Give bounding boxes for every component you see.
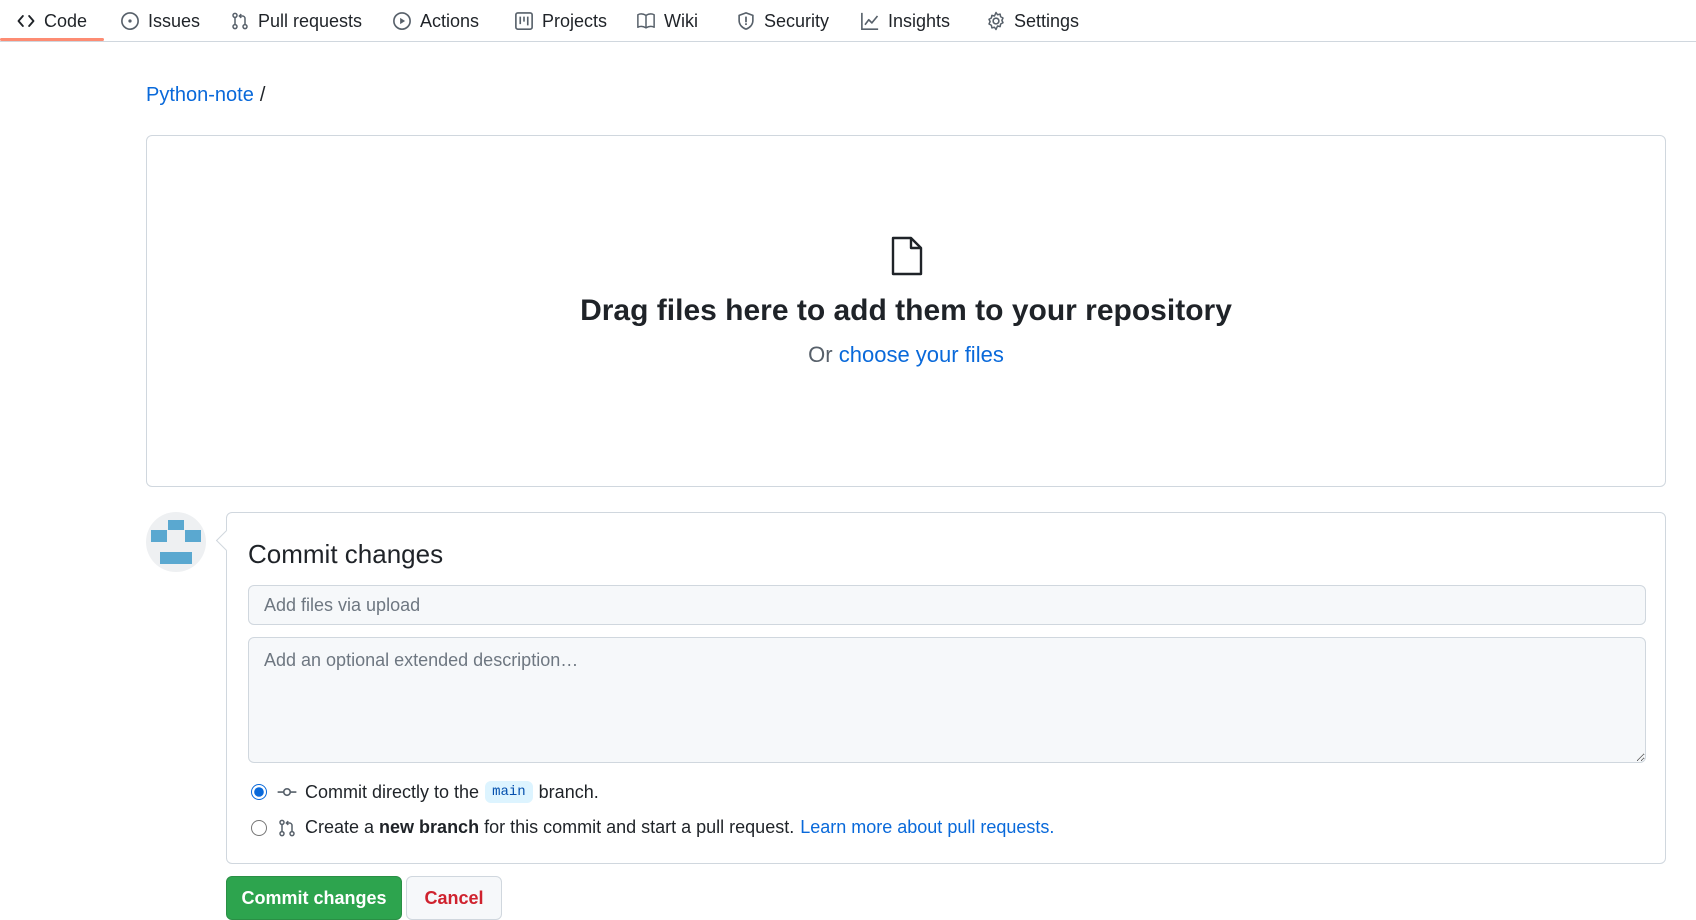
- tab-label: Pull requests: [258, 10, 363, 31]
- commit-new-branch-radio[interactable]: [251, 819, 267, 836]
- breadcrumb-repo-link[interactable]: Python-note: [146, 84, 254, 107]
- dropzone-subtitle: Or choose your files: [147, 342, 1665, 368]
- tab-label: Actions: [420, 10, 480, 31]
- issue-icon: [121, 12, 139, 30]
- avatar[interactable]: [146, 512, 206, 572]
- code-icon: [17, 15, 35, 27]
- tab-label: Security: [764, 10, 830, 31]
- tab-security[interactable]: Security: [736, 0, 829, 42]
- selected-tab-underline: [0, 38, 104, 41]
- tab-label: Code: [44, 10, 88, 31]
- book-icon: [637, 13, 655, 29]
- commit-direct-radio[interactable]: [251, 784, 267, 800]
- tab-label: Projects: [542, 10, 608, 31]
- tab-projects[interactable]: Projects: [514, 0, 607, 42]
- play-icon: [393, 12, 411, 30]
- project-icon: [515, 12, 533, 30]
- tab-label: Wiki: [664, 10, 698, 31]
- file-dropzone[interactable]: Drag files here to add them to your repo…: [146, 135, 1666, 487]
- breadcrumb: Python-note /: [146, 84, 265, 107]
- tab-settings[interactable]: Settings: [986, 0, 1079, 42]
- tab-actions[interactable]: Actions: [392, 0, 479, 42]
- git-commit-icon: [277, 787, 297, 797]
- commit-direct-suffix: branch.: [538, 781, 599, 802]
- learn-more-pull-requests-link[interactable]: Learn more about pull requests.: [800, 817, 1054, 838]
- tab-label: Settings: [1014, 10, 1080, 31]
- tab-issues[interactable]: Issues: [120, 0, 200, 42]
- commit-direct-prefix: Commit directly to the: [305, 781, 480, 802]
- cancel-button[interactable]: Cancel: [406, 876, 502, 920]
- new-branch-suffix: for this commit and start a pull request…: [484, 817, 795, 837]
- commit-form: Commit changes Commit directly to the ma…: [226, 512, 1666, 864]
- branch-name-badge: main: [485, 781, 533, 803]
- tab-insights[interactable]: Insights: [860, 0, 950, 42]
- pull-request-icon: [279, 819, 295, 836]
- commit-direct-option[interactable]: Commit directly to the main branch.: [251, 781, 599, 803]
- tab-label: Issues: [148, 10, 201, 31]
- dropzone-title: Drag files here to add them to your repo…: [580, 294, 1232, 327]
- tab-wiki[interactable]: Wiki: [636, 0, 698, 42]
- tab-code[interactable]: Code: [16, 0, 87, 42]
- dropzone-or-text: Or: [808, 342, 833, 367]
- commit-new-branch-option[interactable]: Create a new branch for this commit and …: [251, 817, 1054, 838]
- new-branch-prefix: Create a: [305, 817, 375, 837]
- tab-pull-requests[interactable]: Pull requests: [230, 0, 362, 42]
- choose-files-link[interactable]: choose your files: [839, 342, 1004, 367]
- new-branch-bold: new branch: [379, 817, 480, 837]
- repo-nav: Code Issues Pull requests Actions Projec…: [0, 0, 1696, 42]
- file-icon: [891, 236, 923, 276]
- commit-description-textarea[interactable]: [248, 637, 1646, 763]
- identicon-image: [151, 520, 201, 564]
- breadcrumb-separator: /: [259, 84, 266, 106]
- commit-form-title: Commit changes: [248, 539, 444, 569]
- tab-label: Insights: [888, 10, 951, 31]
- graph-icon: [861, 12, 879, 30]
- commit-summary-input[interactable]: [248, 585, 1646, 625]
- commit-changes-button[interactable]: Commit changes: [226, 876, 402, 920]
- shield-icon: [738, 12, 754, 30]
- pull-request-icon: [232, 12, 248, 30]
- gear-icon: [988, 11, 1004, 31]
